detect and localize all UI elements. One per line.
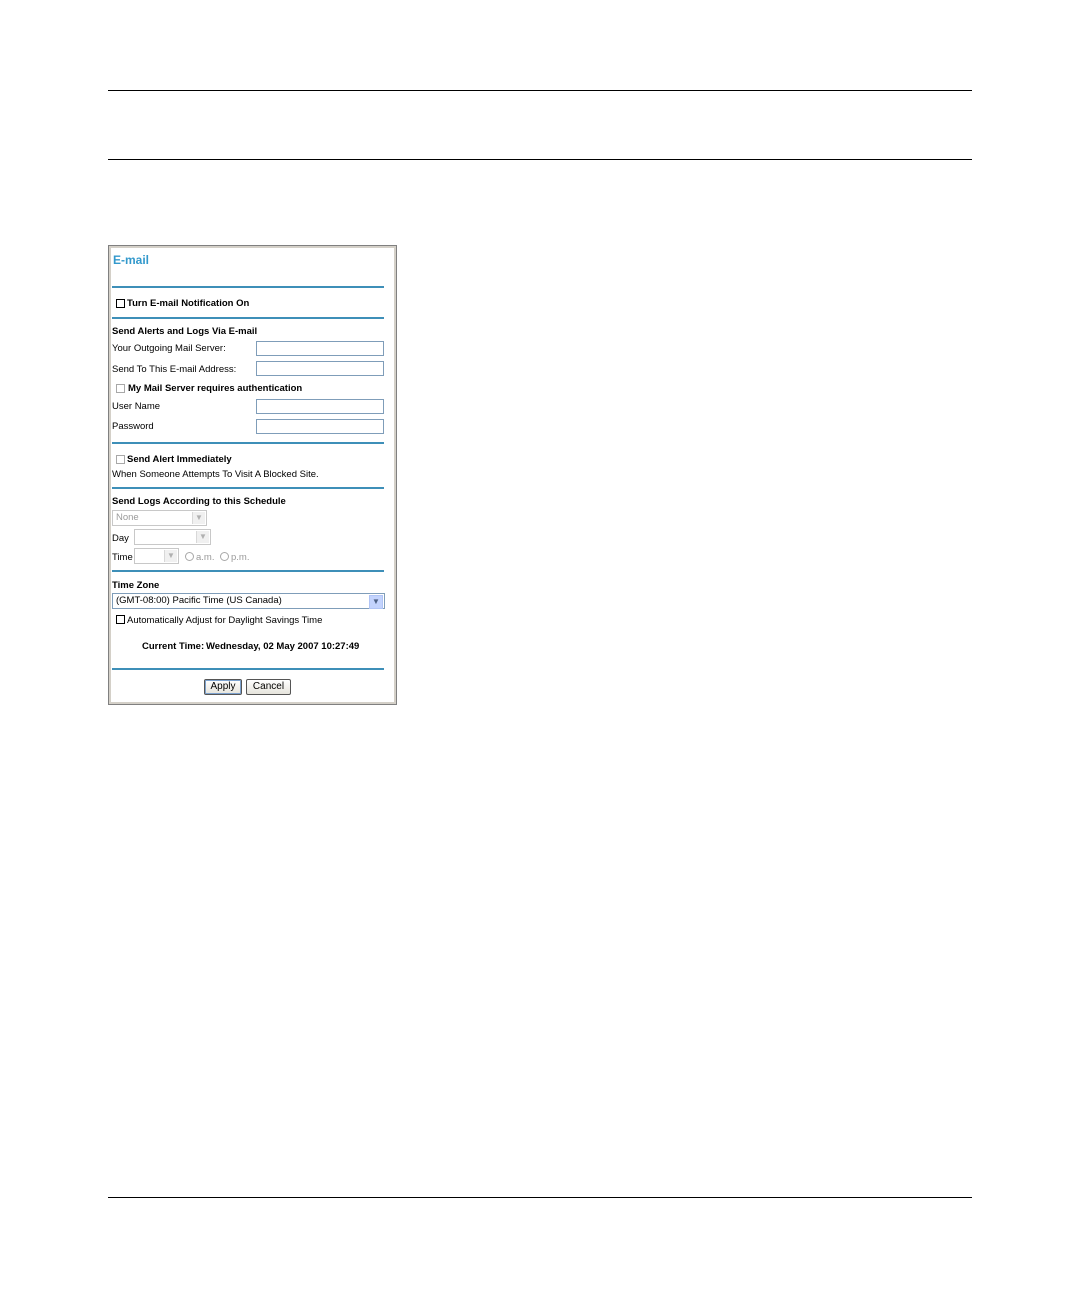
current-time-label: Current Time: <box>142 641 205 652</box>
time-zone-select-value: (GMT-08:00) Pacific Time (US Canada) <box>116 595 282 606</box>
page-footer-rule <box>108 1197 972 1198</box>
send-to-email-label: Send To This E-mail Address: <box>112 364 237 375</box>
am-label: a.m. <box>196 552 215 563</box>
password-label: Password <box>112 421 154 432</box>
schedule-heading: Send Logs According to this Schedule <box>112 496 286 507</box>
divider <box>112 286 384 288</box>
panel-title: E-mail <box>113 253 150 267</box>
page-header-rule <box>108 159 972 160</box>
mail-auth-checkbox[interactable] <box>116 384 125 393</box>
time-label: Time <box>112 552 133 563</box>
outgoing-server-label: Your Outgoing Mail Server: <box>112 343 226 354</box>
divider <box>112 487 384 489</box>
chevron-down-icon: ▼ <box>196 531 209 543</box>
am-radio[interactable] <box>185 552 194 561</box>
daylight-savings-label: Automatically Adjust for Daylight Saving… <box>127 615 323 626</box>
email-notification-checkbox[interactable] <box>116 299 125 308</box>
pm-radio[interactable] <box>220 552 229 561</box>
password-input[interactable] <box>256 419 384 434</box>
send-to-email-input[interactable] <box>256 361 384 376</box>
send-alerts-heading: Send Alerts and Logs Via E-mail <box>112 326 258 337</box>
divider <box>112 570 384 572</box>
divider <box>112 442 384 444</box>
divider <box>112 668 384 670</box>
time-select[interactable]: ▼ <box>134 548 179 564</box>
apply-button[interactable]: Apply <box>204 679 242 695</box>
chevron-down-icon: ▼ <box>164 550 177 562</box>
current-time-value: Wednesday, 02 May 2007 10:27:49 <box>206 641 360 652</box>
mail-auth-label: My Mail Server requires authentication <box>128 383 303 394</box>
send-alert-immediately-checkbox[interactable] <box>116 455 125 464</box>
alert-description: When Someone Attempts To Visit A Blocked… <box>112 469 319 480</box>
page-top-rule <box>108 90 972 91</box>
cancel-button[interactable]: Cancel <box>246 679 291 695</box>
time-zone-select[interactable]: (GMT-08:00) Pacific Time (US Canada) ▼ <box>112 593 385 609</box>
daylight-savings-checkbox[interactable] <box>116 615 125 624</box>
user-name-label: User Name <box>112 401 161 412</box>
email-settings-screenshot: E-mail Turn E-mail Notification On Send … <box>108 245 397 705</box>
time-zone-heading: Time Zone <box>112 580 160 591</box>
send-alert-immediately-label: Send Alert Immediately <box>127 454 232 465</box>
day-label: Day <box>112 533 129 544</box>
day-select[interactable]: ▼ <box>134 529 211 545</box>
pm-label: p.m. <box>231 552 250 563</box>
outgoing-mail-server-input[interactable] <box>256 341 384 356</box>
schedule-select[interactable]: None ▼ <box>112 510 207 526</box>
divider <box>112 317 384 319</box>
email-settings-panel: E-mail Turn E-mail Notification On Send … <box>109 246 396 704</box>
chevron-down-icon: ▼ <box>369 595 383 609</box>
email-notification-label: Turn E-mail Notification On <box>127 298 250 309</box>
schedule-select-value: None <box>116 512 139 523</box>
chevron-down-icon: ▼ <box>192 512 205 524</box>
user-name-input[interactable] <box>256 399 384 414</box>
